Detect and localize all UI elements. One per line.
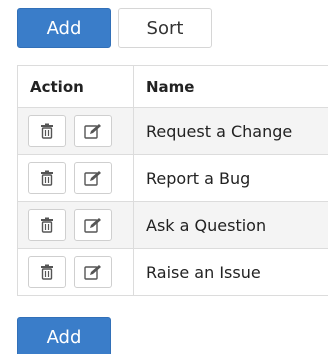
edit-icon [84,265,101,280]
column-header-name: Name [146,77,195,96]
trash-icon [41,217,53,233]
delete-button[interactable] [28,162,66,194]
table-row: Raise an Issue [18,249,328,296]
edit-button[interactable] [74,209,112,241]
edit-icon [84,171,101,186]
trash-icon [41,123,53,139]
edit-button[interactable] [74,115,112,147]
items-table: Action Name Request a Change Report a Bu… [17,65,328,296]
row-name: Raise an Issue [146,262,261,282]
trash-icon [41,170,53,186]
page: Add Sort Action Name Request a Change Re… [0,0,328,354]
edit-icon [84,218,101,233]
row-name: Report a Bug [146,168,251,188]
action-cell [18,108,134,154]
action-cell [18,155,134,201]
action-cell [18,202,134,248]
add-button-top[interactable]: Add [17,8,111,48]
delete-button[interactable] [28,115,66,147]
delete-button[interactable] [28,209,66,241]
table-header-row: Action Name [18,66,328,108]
delete-button[interactable] [28,256,66,288]
table-row: Request a Change [18,108,328,155]
table-row: Ask a Question [18,202,328,249]
action-cell [18,249,134,295]
edit-icon [84,124,101,139]
trash-icon [41,264,53,280]
table-row: Report a Bug [18,155,328,202]
column-header-action: Action [18,66,134,107]
row-name: Request a Change [146,121,293,141]
edit-button[interactable] [74,256,112,288]
add-button-bottom[interactable]: Add [17,317,111,354]
edit-button[interactable] [74,162,112,194]
row-name: Ask a Question [146,215,267,235]
sort-button[interactable]: Sort [118,8,212,48]
